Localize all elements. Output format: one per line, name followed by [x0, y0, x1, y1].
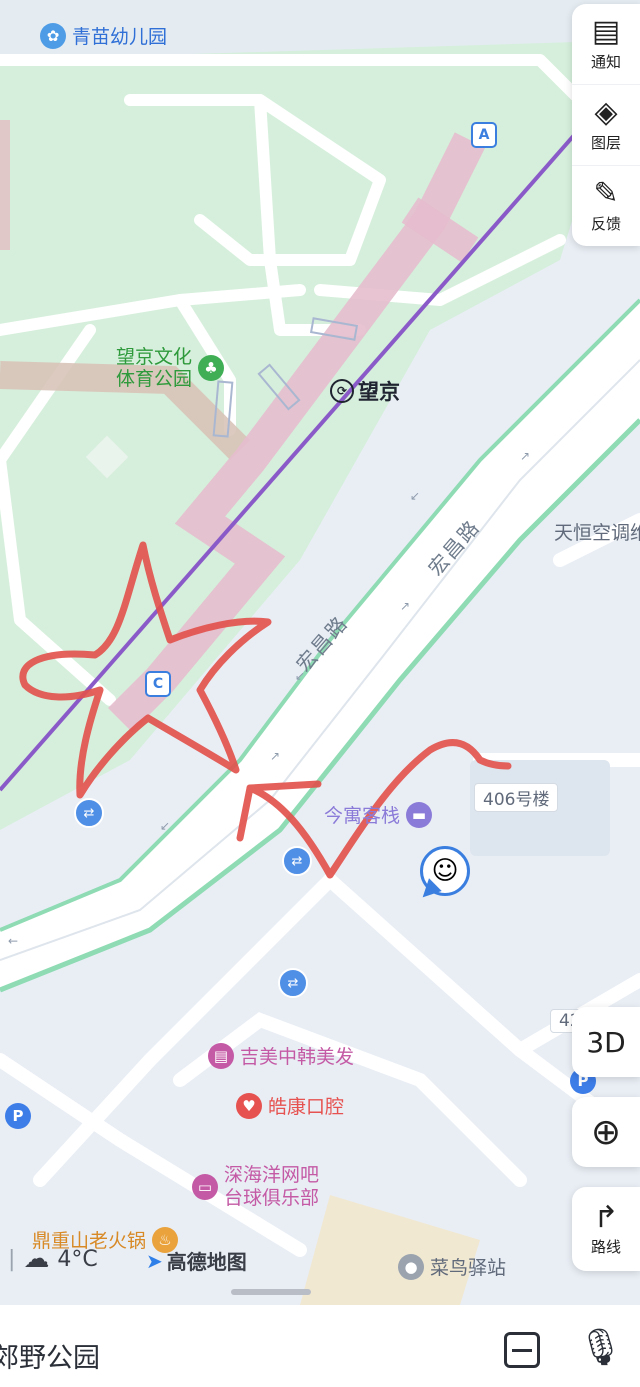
scan-line: [512, 1348, 532, 1352]
route-label: 路线: [590, 1237, 621, 1256]
salon-icon: ▤: [208, 1042, 234, 1069]
kindergarten-icon: ✿: [40, 22, 66, 49]
poi-park-label-line1: 望京文化: [116, 346, 193, 368]
notify-button[interactable]: ▤ 通知: [572, 4, 640, 85]
poi-inn-label: 今寓客栈: [324, 805, 401, 827]
metro-station-name: 望京: [358, 380, 400, 404]
layers-label: 图层: [590, 133, 621, 152]
route-arrow-icon: ↱: [593, 1199, 619, 1235]
user-location-marker[interactable]: ☺: [416, 846, 472, 906]
crosshair-icon: ⊕: [590, 1111, 622, 1153]
metro-station-label[interactable]: ⟳ 望京: [330, 376, 400, 406]
poi-kindergarten[interactable]: ✿ 青苗幼儿园: [40, 22, 167, 49]
brand-logo: ➤ 高德地图: [146, 1246, 247, 1275]
svg-text:↙: ↙: [160, 819, 170, 833]
layers-icon: ◈: [594, 94, 618, 130]
pencil-icon: ✎: [593, 175, 619, 211]
bus-stop-icon[interactable]: ⇄: [74, 798, 104, 828]
metro-exit-a[interactable]: A: [471, 122, 497, 148]
svg-text:←: ←: [8, 934, 18, 948]
locate-button[interactable]: ⊕: [572, 1097, 640, 1167]
paper-plane-icon: ➤: [146, 1248, 163, 1273]
scan-icon[interactable]: [504, 1332, 540, 1368]
poi-netcafe-label: 深海洋网吧 台球俱乐部: [224, 1164, 319, 1210]
cloud-fog-icon: ☁: [23, 1244, 50, 1274]
search-input[interactable]: 郊野公园: [0, 1336, 100, 1375]
3d-toggle-button[interactable]: 3D: [572, 1007, 640, 1077]
pickup-station-icon: ●: [398, 1253, 424, 1280]
poi-hair-salon[interactable]: ▤ 吉美中韩美发: [208, 1042, 354, 1069]
poi-inn[interactable]: 今寓客栈 ▬: [324, 801, 433, 828]
svg-text:↙: ↙: [410, 489, 420, 503]
notice-icon: ▤: [591, 13, 621, 49]
poi-ac-company-label: 天恒空调维: [554, 522, 640, 544]
poi-ac-company[interactable]: 天恒空调维: [554, 518, 640, 545]
route-button[interactable]: ↱ 路线: [572, 1187, 640, 1271]
notify-label: 通知: [590, 52, 621, 71]
poi-park[interactable]: 望京文化 体育公园 ♣: [116, 346, 225, 390]
microphone-icon[interactable]: 🎙: [578, 1326, 624, 1368]
svg-text:↗: ↗: [400, 599, 410, 613]
metro-station-icon: ⟳: [330, 379, 354, 403]
poi-dental[interactable]: ♥ 皓康口腔: [236, 1092, 344, 1119]
poi-kindergarten-label: 青苗幼儿园: [72, 26, 168, 48]
weather-temperature: 4°C: [57, 1246, 98, 1272]
computer-icon: ▭: [192, 1174, 218, 1200]
layers-button[interactable]: ◈ 图层: [572, 85, 640, 166]
building-406-label: 406号楼: [474, 783, 559, 812]
poi-netcafe-label-line1: 深海洋网吧: [224, 1164, 320, 1186]
poi-park-label-line2: 体育公园: [116, 368, 193, 390]
feedback-button[interactable]: ✎ 反馈: [572, 166, 640, 246]
poi-cainiao-label: 菜鸟驿站: [430, 1257, 507, 1279]
sheet-grabber[interactable]: [231, 1289, 311, 1295]
weather-widget[interactable]: | ☁ 4°C: [8, 1244, 98, 1274]
divider: |: [8, 1246, 16, 1272]
tooth-icon: ♥: [236, 1092, 262, 1119]
park-icon: ♣: [198, 355, 225, 381]
poi-netcafe[interactable]: ▭ 深海洋网吧 台球俱乐部: [192, 1164, 319, 1210]
bus-stop-icon[interactable]: ⇄: [282, 846, 312, 876]
poi-park-label: 望京文化 体育公园: [116, 346, 192, 390]
metro-exit-c[interactable]: C: [145, 671, 171, 697]
hotel-icon: ▬: [406, 801, 433, 828]
svg-text:↗: ↗: [270, 749, 280, 763]
feedback-label: 反馈: [590, 214, 621, 233]
poi-cainiao[interactable]: ● 菜鸟驿站: [398, 1253, 506, 1280]
poi-hair-salon-label: 吉美中韩美发: [240, 1046, 355, 1068]
poi-netcafe-label-line2: 台球俱乐部: [224, 1187, 320, 1209]
bus-stop-icon[interactable]: ⇄: [278, 968, 308, 998]
parking-icon[interactable]: P: [5, 1103, 31, 1129]
svg-text:↗: ↗: [520, 449, 530, 463]
brand-name: 高德地图: [166, 1250, 247, 1274]
map-tools-panel: ▤ 通知 ◈ 图层 ✎ 反馈: [572, 4, 640, 246]
3d-label: 3D: [586, 1025, 626, 1059]
poi-dental-label: 皓康口腔: [268, 1096, 345, 1118]
